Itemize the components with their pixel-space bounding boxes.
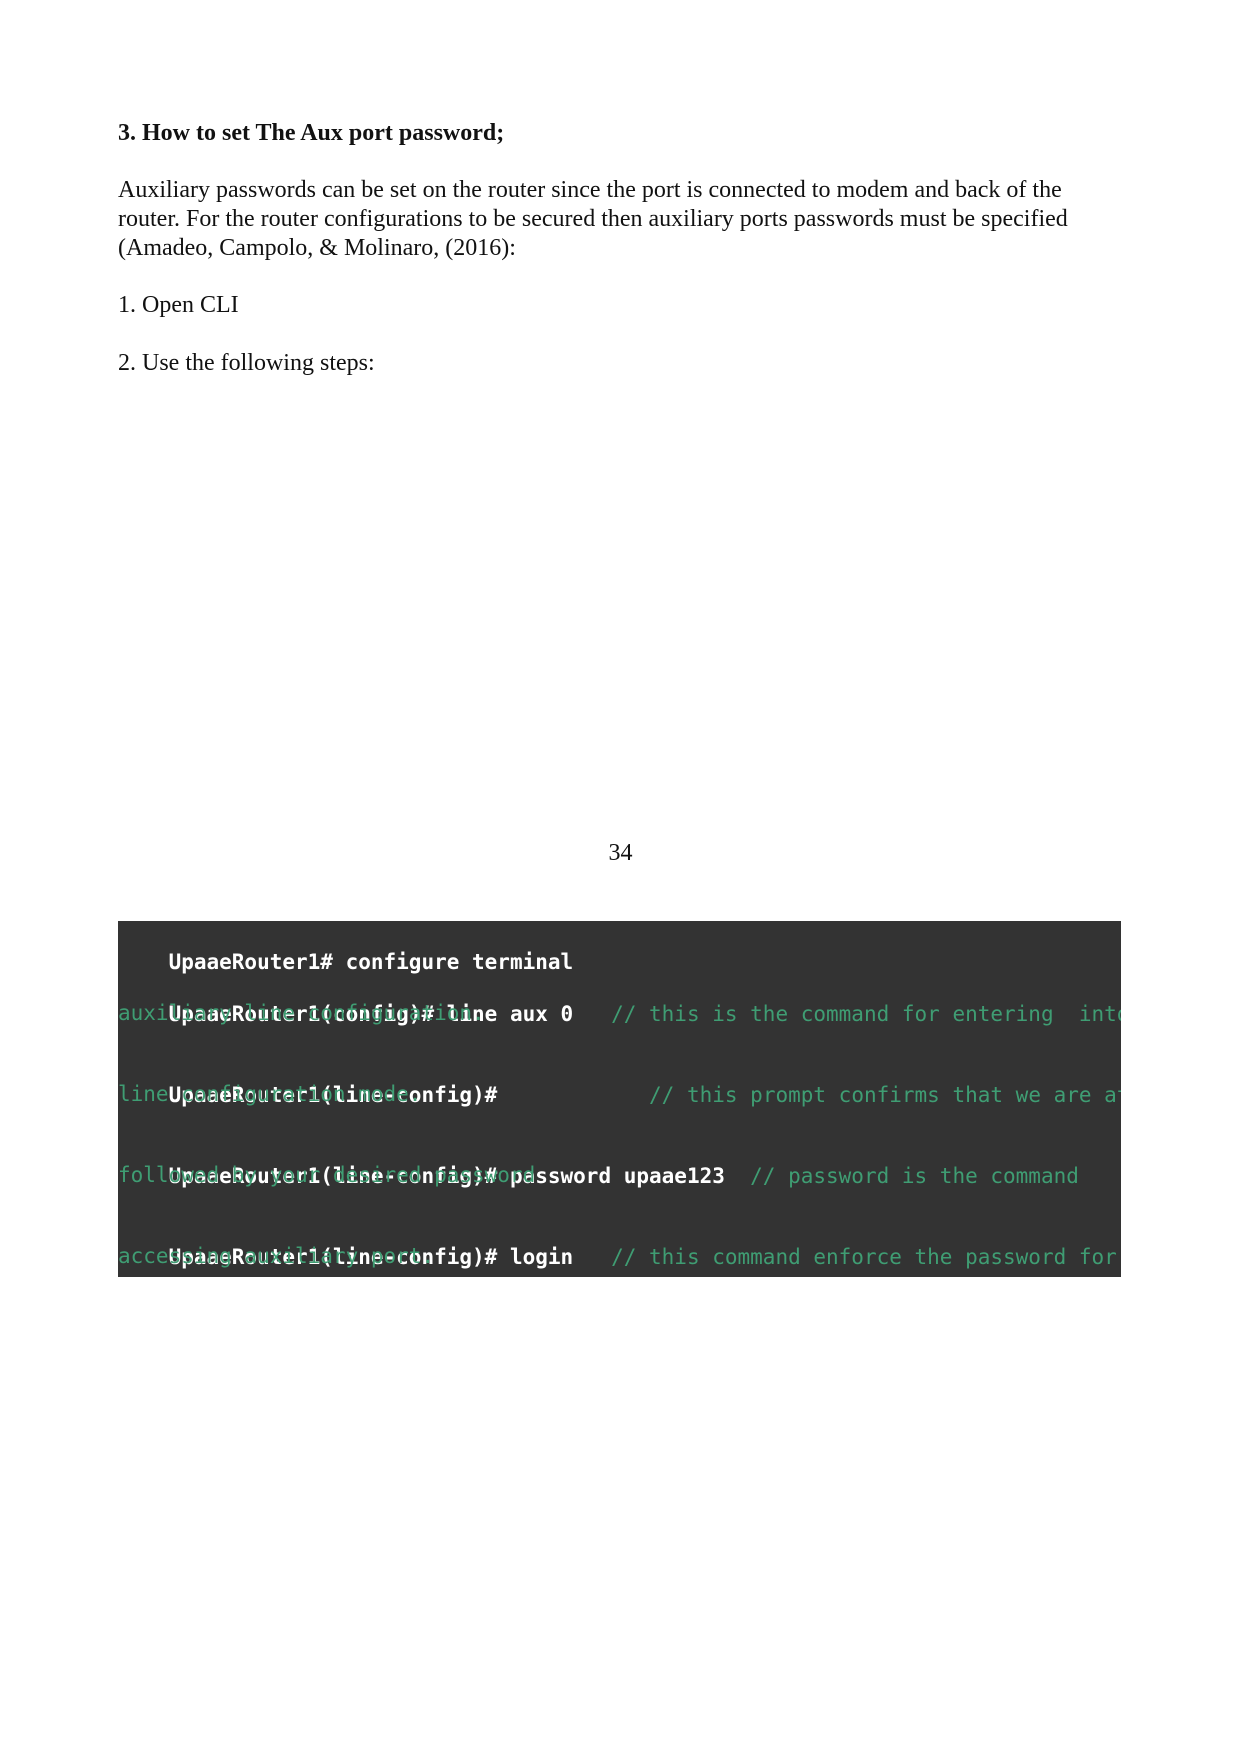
step-open-cli: 1. Open CLI: [118, 292, 239, 318]
intro-paragraph: Auxiliary passwords can be set on the ro…: [118, 177, 1068, 261]
cli-comment-continued: accessing auxiliary port.: [118, 1244, 435, 1268]
section-heading: 3. How to set The Aux port password;: [118, 120, 505, 146]
page-number: 34: [608, 840, 633, 866]
cli-code-block: UpaaeRouter1# configure terminal UpaaeRo…: [118, 921, 1121, 1277]
cli-comment-continued: line configuration mode.: [118, 1082, 422, 1106]
cli-comment-continued: followed by your desired password: [118, 1163, 536, 1187]
step-use-following: 2. Use the following steps:: [118, 350, 375, 376]
cli-command: UpaaeRouter1# configure terminal: [168, 950, 574, 974]
cli-comment-continued: auxiliary line configuration.: [118, 1001, 485, 1025]
